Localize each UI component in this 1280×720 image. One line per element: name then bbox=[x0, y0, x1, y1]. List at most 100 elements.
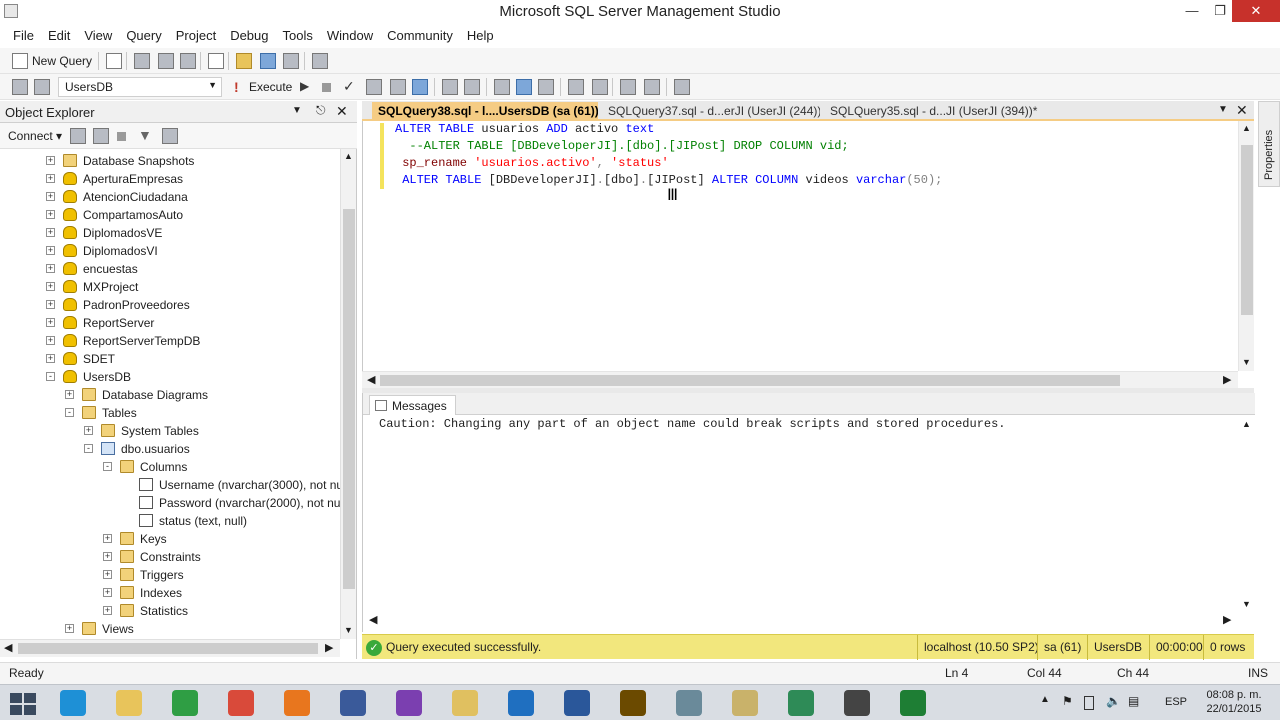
scroll-up-icon[interactable]: ▲ bbox=[1242, 419, 1251, 429]
execute-button[interactable]: Execute bbox=[249, 80, 292, 94]
results-to-text-icon[interactable] bbox=[366, 79, 382, 95]
save-icon[interactable] bbox=[260, 53, 276, 69]
tree-node[interactable]: + Views bbox=[0, 620, 340, 638]
results-horizontal-scrollbar[interactable]: ◀ ▶ bbox=[363, 612, 1239, 630]
connect-server-icon[interactable] bbox=[70, 128, 86, 144]
database-selector[interactable]: UsersDB ▼ bbox=[58, 77, 222, 97]
network-icon[interactable]: ▤ bbox=[1128, 694, 1139, 708]
language-indicator[interactable]: ESP bbox=[1165, 696, 1187, 708]
change-connection-icon[interactable] bbox=[34, 79, 50, 95]
decrease-indent-icon[interactable] bbox=[620, 79, 636, 95]
tree-node[interactable]: + Keys bbox=[0, 530, 340, 548]
scroll-up-icon[interactable]: ▲ bbox=[1242, 123, 1251, 133]
taskbar-folder[interactable] bbox=[442, 688, 490, 718]
results-to-file-icon[interactable] bbox=[412, 79, 428, 95]
expand-icon[interactable]: + bbox=[65, 390, 74, 399]
tree-node[interactable]: + ReportServerTempDB bbox=[0, 332, 340, 350]
expand-icon[interactable]: + bbox=[103, 588, 112, 597]
volume-icon[interactable]: 🔈 bbox=[1106, 694, 1121, 708]
tree-node[interactable]: + AperturaEmpresas bbox=[0, 170, 340, 188]
sql-editor[interactable]: ALTER TABLE usuarios ADD activo text --A… bbox=[362, 121, 1254, 371]
tab-sqlquery35[interactable]: SQLQuery35.sql - d...JI (UserJI (394))* bbox=[824, 102, 1040, 120]
tree-node[interactable]: Username (nvarchar(3000), not nul bbox=[0, 476, 340, 494]
query-options-icon[interactable] bbox=[464, 79, 480, 95]
expand-icon[interactable]: + bbox=[46, 282, 55, 291]
tree-node[interactable]: - Columns bbox=[0, 458, 340, 476]
menu-window[interactable]: Window bbox=[320, 25, 380, 47]
tree-node[interactable]: - dbo.usuarios bbox=[0, 440, 340, 458]
tree-node[interactable]: + AtencionCiudadana bbox=[0, 188, 340, 206]
collapse-icon[interactable]: - bbox=[65, 408, 74, 417]
expand-icon[interactable]: + bbox=[46, 300, 55, 309]
open-file-icon[interactable] bbox=[236, 53, 252, 69]
scroll-left-icon[interactable]: ◀ bbox=[367, 373, 375, 386]
specify-values-icon[interactable] bbox=[674, 79, 690, 95]
print-icon[interactable] bbox=[283, 53, 299, 69]
object-explorer-vertical-scrollbar[interactable]: ▲ ▼ bbox=[340, 149, 356, 639]
code-line[interactable]: --ALTER TABLE [DBDeveloperJI].[dbo].[JIP… bbox=[395, 139, 848, 153]
expand-icon[interactable]: + bbox=[103, 606, 112, 615]
tab-sqlquery37[interactable]: SQLQuery37.sql - d...erJI (UserJI (244)) bbox=[602, 102, 820, 120]
tree-node[interactable]: + System Tables bbox=[0, 422, 340, 440]
tree-node[interactable]: + CompartamosAuto bbox=[0, 206, 340, 224]
disconnect-icon[interactable] bbox=[93, 128, 109, 144]
collapse-icon[interactable]: - bbox=[46, 372, 55, 381]
expand-icon[interactable]: + bbox=[103, 570, 112, 579]
menu-tools[interactable]: Tools bbox=[276, 25, 320, 47]
scroll-left-icon[interactable]: ◀ bbox=[4, 641, 12, 654]
expand-icon[interactable]: + bbox=[84, 426, 93, 435]
taskbar-internet-explorer[interactable] bbox=[50, 688, 98, 718]
menu-project[interactable]: Project bbox=[169, 25, 223, 47]
taskbar-file-explorer[interactable] bbox=[106, 688, 154, 718]
menu-community[interactable]: Community bbox=[380, 25, 460, 47]
increase-indent-icon[interactable] bbox=[644, 79, 660, 95]
menu-help[interactable]: Help bbox=[460, 25, 501, 47]
expand-icon[interactable]: + bbox=[46, 246, 55, 255]
close-icon[interactable]: ✕ bbox=[336, 103, 348, 120]
taskbar-firefox[interactable] bbox=[274, 688, 322, 718]
taskbar-network-tool[interactable] bbox=[330, 688, 378, 718]
scroll-right-icon[interactable]: ▶ bbox=[1223, 613, 1231, 626]
expand-icon[interactable]: + bbox=[46, 192, 55, 201]
tree-node[interactable]: Password (nvarchar(2000), not nul bbox=[0, 494, 340, 512]
properties-side-tab[interactable]: Properties bbox=[1258, 101, 1280, 187]
scroll-down-icon[interactable]: ▼ bbox=[1242, 599, 1251, 609]
xmla-query-icon[interactable] bbox=[208, 53, 224, 69]
start-windows-icon[interactable] bbox=[10, 693, 36, 715]
stop-icon[interactable] bbox=[117, 132, 126, 141]
refresh-icon[interactable] bbox=[162, 128, 178, 144]
tab-list-dropdown-icon[interactable]: ▼ bbox=[1218, 104, 1228, 115]
scroll-down-icon[interactable]: ▼ bbox=[1242, 357, 1251, 367]
filter-icon[interactable]: ▼ bbox=[138, 127, 152, 143]
taskbar-fireworks[interactable] bbox=[610, 688, 658, 718]
expand-icon[interactable]: + bbox=[46, 210, 55, 219]
battery-icon[interactable] bbox=[1084, 696, 1094, 710]
tray-overflow-icon[interactable]: ▲ bbox=[1040, 694, 1050, 705]
code-line[interactable]: ALTER TABLE usuarios ADD activo text bbox=[395, 122, 654, 136]
scroll-down-icon[interactable]: ▼ bbox=[344, 625, 353, 635]
mdx-query-icon[interactable] bbox=[158, 53, 174, 69]
collapse-icon[interactable]: - bbox=[84, 444, 93, 453]
taskbar-word[interactable] bbox=[554, 688, 602, 718]
tree-node[interactable]: + Constraints bbox=[0, 548, 340, 566]
code-line[interactable]: sp_rename 'usuarios.activo', 'status' bbox=[395, 156, 668, 170]
comment-lines-icon[interactable] bbox=[568, 79, 584, 95]
analysis-query-icon[interactable] bbox=[134, 53, 150, 69]
debug-play-icon[interactable]: ▶ bbox=[300, 79, 309, 93]
tree-node[interactable]: - Tables bbox=[0, 404, 340, 422]
scroll-right-icon[interactable]: ▶ bbox=[1223, 373, 1231, 386]
tree-node[interactable]: + Indexes bbox=[0, 584, 340, 602]
dropdown-arrow-icon[interactable]: ▼ bbox=[292, 105, 302, 116]
scrollbar-thumb[interactable] bbox=[343, 209, 355, 589]
taskbar-store[interactable] bbox=[162, 688, 210, 718]
collapse-icon[interactable]: - bbox=[103, 462, 112, 471]
tree-node[interactable]: + MXProject bbox=[0, 278, 340, 296]
expand-icon[interactable]: + bbox=[46, 336, 55, 345]
tree-node[interactable]: + SDET bbox=[0, 350, 340, 368]
results-to-grid-icon[interactable] bbox=[390, 79, 406, 95]
taskbar-visual-studio[interactable] bbox=[386, 688, 434, 718]
tree-node[interactable]: + Database Snapshots bbox=[0, 152, 340, 170]
taskbar-ssms[interactable] bbox=[722, 688, 770, 718]
scroll-left-icon[interactable]: ◀ bbox=[369, 613, 377, 626]
tab-messages[interactable]: Messages bbox=[369, 395, 456, 415]
